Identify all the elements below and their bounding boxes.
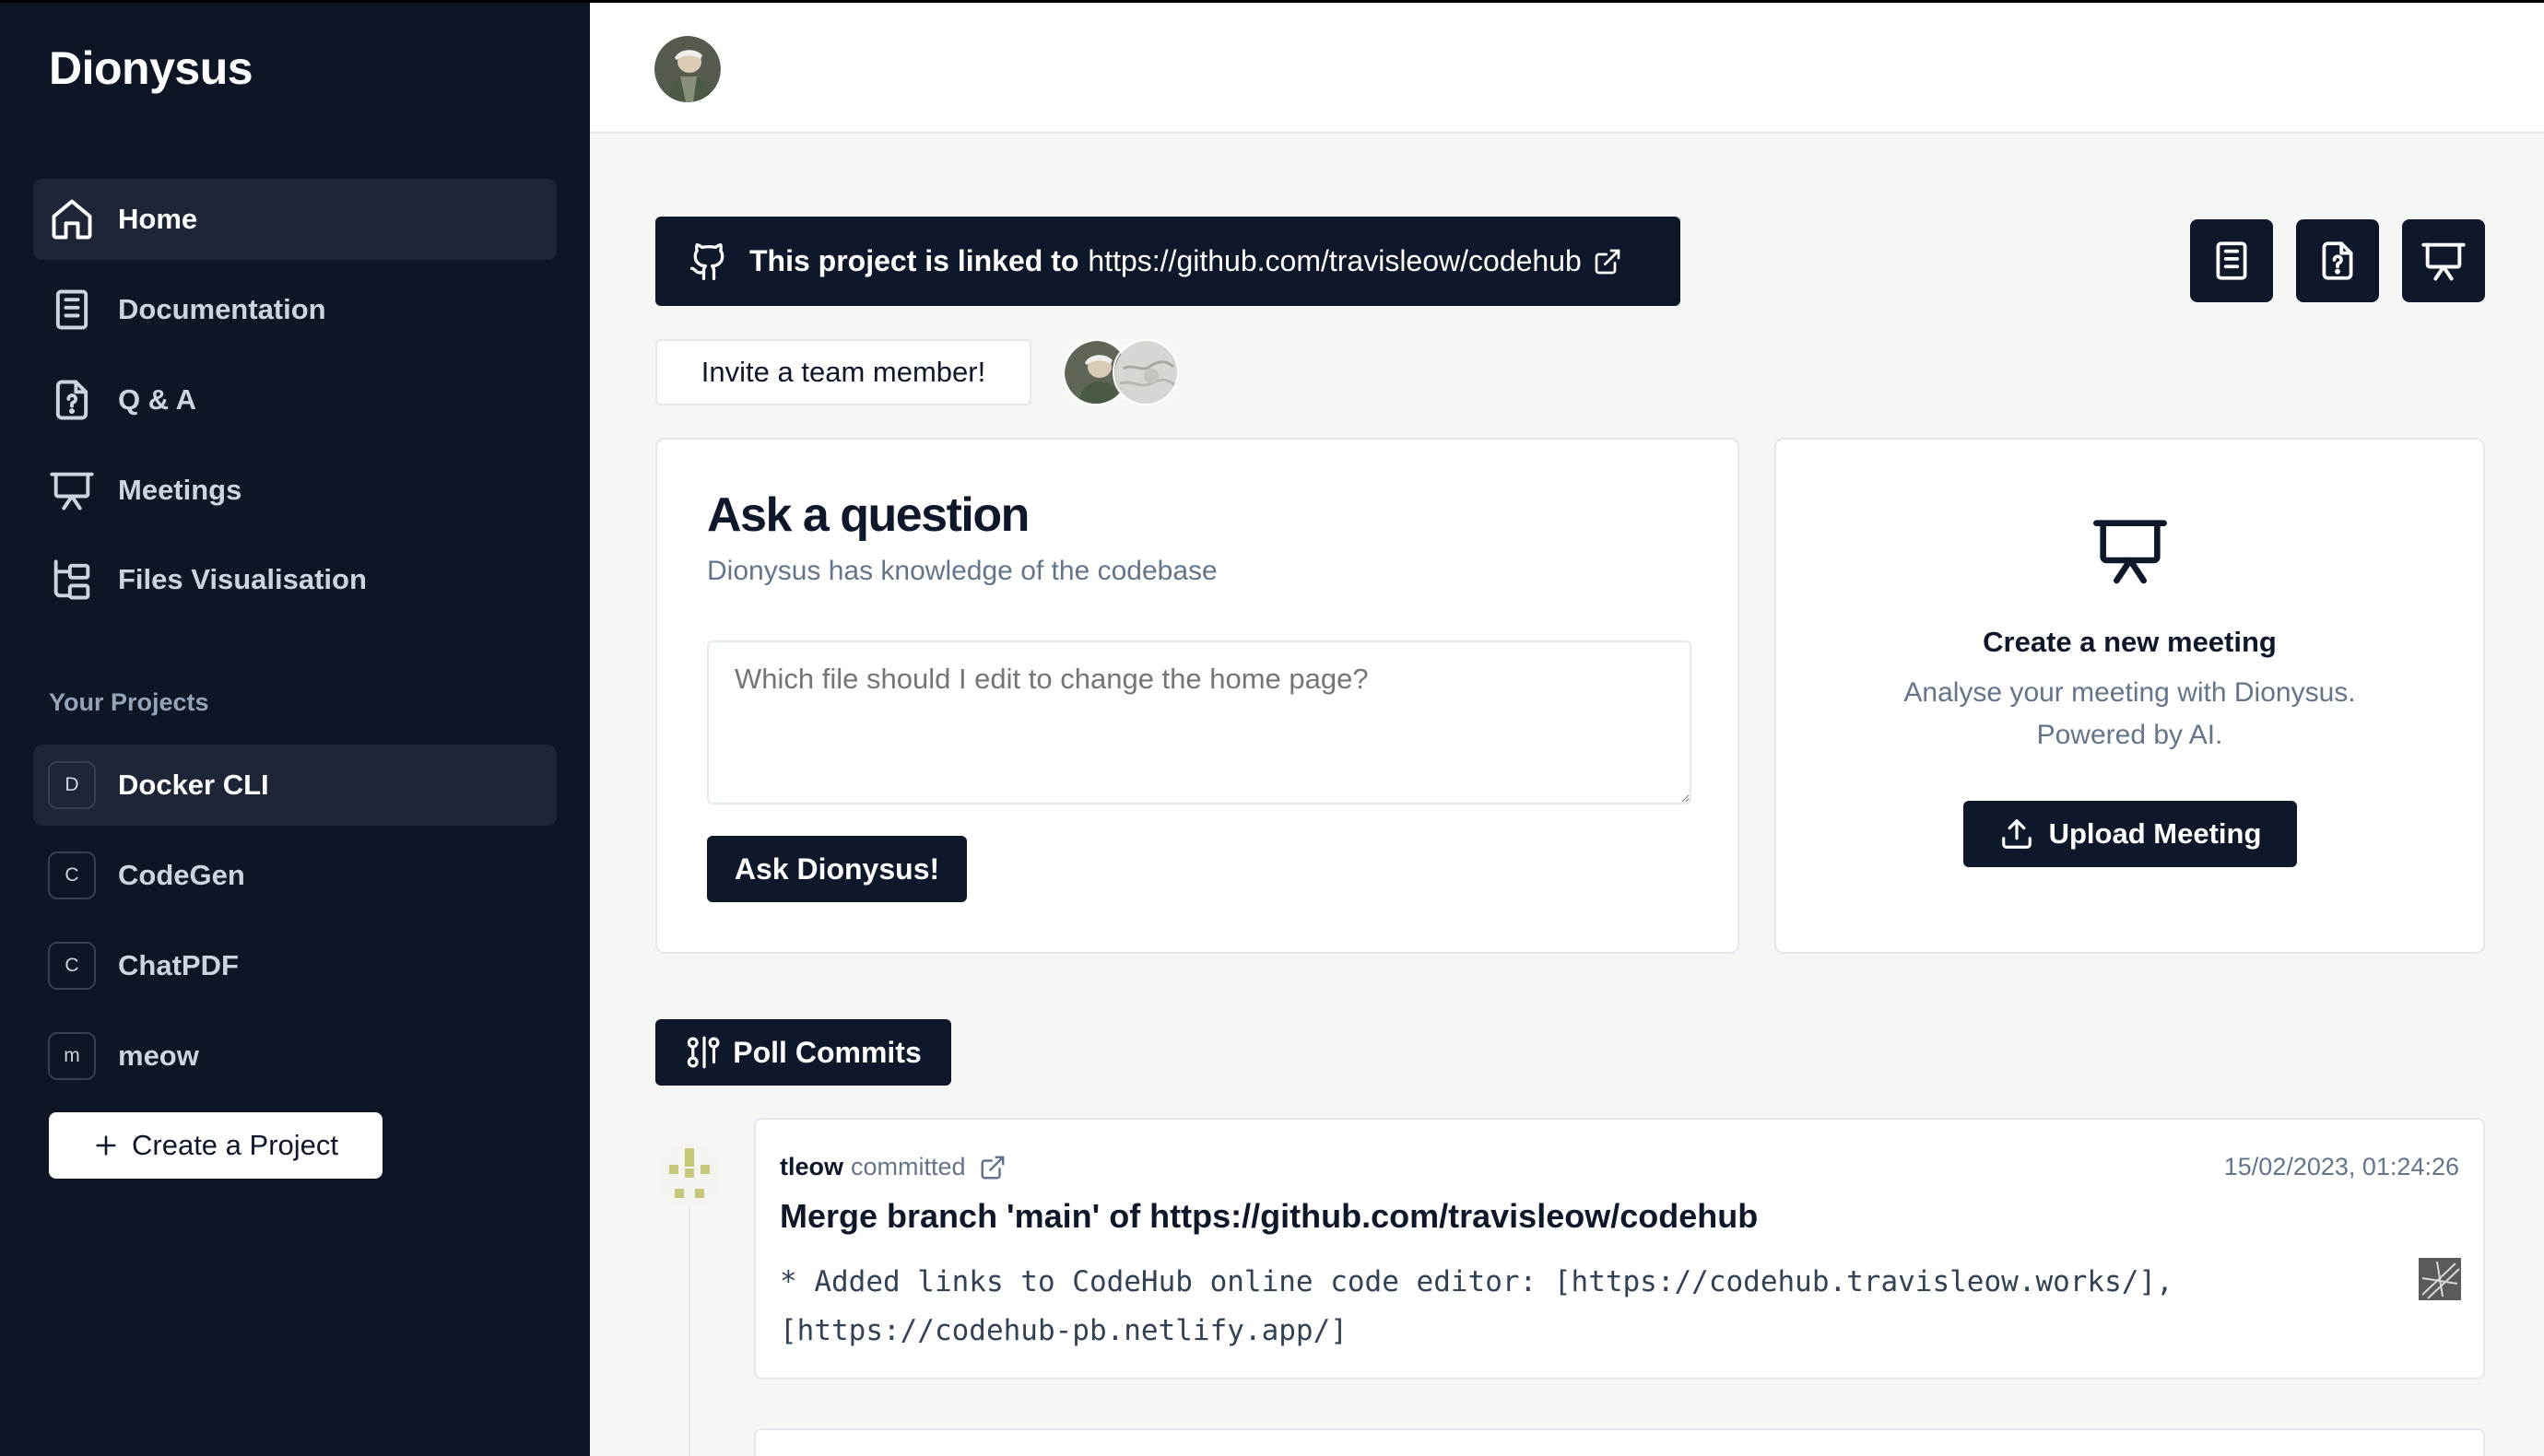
- external-link-icon[interactable]: [1593, 247, 1622, 276]
- ask-question-card: Ask a question Dionysus has knowledge of…: [655, 438, 1739, 954]
- presentation-icon: [2421, 242, 2466, 281]
- qa-button[interactable]: [2296, 219, 2379, 302]
- app-logo[interactable]: Dionysus: [49, 41, 253, 95]
- commit-author-line: tleow committed: [780, 1153, 1007, 1181]
- poll-commits-label: Poll Commits: [733, 1035, 922, 1069]
- documentation-button[interactable]: [2190, 219, 2273, 302]
- meeting-subtitle: Analyse your meeting with Dionysus. Powe…: [1903, 677, 2356, 750]
- sidebar-item-home[interactable]: Home: [33, 179, 557, 260]
- commit-card: [754, 1428, 2485, 1456]
- create-meeting-card: Create a new meeting Analyse your meetin…: [1774, 438, 2485, 954]
- invite-team-member-button[interactable]: Invite a team member!: [655, 339, 1031, 405]
- external-link-icon[interactable]: [979, 1154, 1007, 1181]
- upload-meeting-label: Upload Meeting: [2048, 817, 2262, 850]
- document-icon: [55, 289, 88, 330]
- team-member-avatar[interactable]: [1113, 339, 1179, 405]
- document-icon: [2216, 241, 2247, 280]
- upload-meeting-button[interactable]: Upload Meeting: [1963, 801, 2297, 867]
- sidebar-item-label: Files Visualisation: [118, 563, 367, 595]
- sidebar-item-meetings[interactable]: Meetings: [33, 450, 557, 531]
- git-compare-icon: [688, 1036, 720, 1069]
- commit-card: tleow committed 15/02/2023, 01:24:26 Mer…: [754, 1118, 2485, 1380]
- project-badge: m: [48, 1032, 96, 1080]
- commit-date: 15/02/2023, 01:24:26: [2223, 1153, 2459, 1180]
- sidebar-item-label: Home: [118, 203, 198, 235]
- sidebar-item-label: Q & A: [118, 383, 196, 416]
- project-name: CodeGen: [118, 859, 245, 891]
- project-name: Docker CLI: [118, 769, 269, 801]
- github-icon: [690, 242, 724, 280]
- sidebar-item-documentation[interactable]: Documentation: [33, 269, 557, 350]
- repo-link[interactable]: https://github.com/travisleow/codehub: [1088, 244, 1581, 278]
- project-badge: C: [48, 942, 96, 990]
- projects-section-label: Your Projects: [49, 688, 209, 716]
- project-item-docker-cli[interactable]: D Docker CLI: [33, 745, 557, 826]
- project-name: meow: [118, 1039, 199, 1072]
- question-file-icon: [2322, 241, 2353, 280]
- top-bar: [590, 0, 2544, 134]
- project-item-chatpdf[interactable]: C ChatPDF: [33, 925, 557, 1006]
- banner-prefix: This project is linked to: [749, 244, 1079, 277]
- question-file-icon: [55, 380, 88, 420]
- presentation-icon: [2092, 520, 2167, 584]
- create-project-button[interactable]: Create a Project: [49, 1112, 383, 1179]
- ask-title: Ask a question: [707, 488, 1030, 542]
- commit-author-avatar: [658, 1145, 721, 1207]
- sidebar-item-files-visualisation[interactable]: Files Visualisation: [33, 539, 557, 620]
- github-link-banner: This project is linked to https://github…: [655, 217, 1680, 306]
- create-project-label: Create a Project: [132, 1129, 338, 1161]
- project-item-codegen[interactable]: C CodeGen: [33, 835, 557, 916]
- ask-subtitle: Dionysus has knowledge of the codebase: [707, 556, 1218, 586]
- sidebar-item-qa[interactable]: Q & A: [33, 359, 557, 440]
- sidebar: Dionysus Home Documentation Q & A Meetin…: [0, 0, 590, 1456]
- commit-thumbnail: [2419, 1258, 2461, 1300]
- plus-icon: [96, 1135, 116, 1156]
- project-item-meow[interactable]: m meow: [33, 1016, 557, 1097]
- poll-commits-button[interactable]: Poll Commits: [655, 1019, 951, 1086]
- commit-body: * Added links to CodeHub online code edi…: [780, 1265, 2173, 1347]
- upload-icon: [2001, 819, 2032, 849]
- project-name: ChatPDF: [118, 949, 239, 981]
- project-badge: D: [48, 761, 96, 809]
- ask-dionysus-button[interactable]: Ask Dionysus!: [707, 836, 967, 902]
- home-icon: [52, 199, 92, 240]
- meeting-title: Create a new meeting: [1983, 626, 2277, 658]
- sidebar-item-label: Meetings: [118, 474, 242, 506]
- meetings-button[interactable]: [2402, 219, 2485, 302]
- sidebar-item-label: Documentation: [118, 293, 326, 325]
- commit-message: Merge branch 'main' of https://github.co…: [780, 1197, 1759, 1235]
- presentation-icon: [50, 472, 94, 511]
- project-badge: C: [48, 851, 96, 899]
- user-avatar[interactable]: [654, 36, 721, 102]
- folder-tree-icon: [53, 559, 90, 600]
- commit-verb: committed: [851, 1153, 966, 1180]
- commit-author: tleow: [780, 1153, 844, 1180]
- question-input[interactable]: [707, 640, 1691, 804]
